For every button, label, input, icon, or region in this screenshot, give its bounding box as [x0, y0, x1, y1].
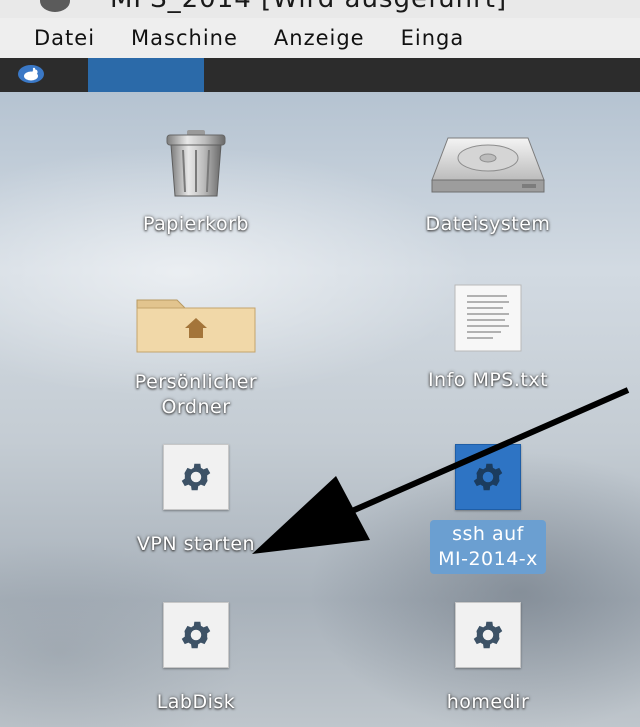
- menu-maschine[interactable]: Maschine: [113, 26, 256, 50]
- window-title: MPS_2014 [Wird ausgeführt]: [110, 0, 507, 14]
- workspace-button-active[interactable]: [88, 58, 204, 92]
- menu-anzeige[interactable]: Anzeige: [256, 26, 383, 50]
- desktop: Papierkorb Dateisystem Persönlicher Ordn…: [0, 92, 640, 727]
- top-panel: [0, 58, 640, 94]
- menu-datei[interactable]: Datei: [0, 26, 113, 50]
- menu-eingabe[interactable]: Einga: [383, 26, 483, 50]
- xfce-mouse-icon[interactable]: [18, 65, 44, 83]
- annotation-arrow: [252, 387, 630, 554]
- virtualbox-icon: [40, 0, 70, 12]
- menubar: Datei Maschine Anzeige Einga: [0, 18, 640, 59]
- window-titlebar: MPS_2014 [Wird ausgeführt]: [0, 0, 640, 18]
